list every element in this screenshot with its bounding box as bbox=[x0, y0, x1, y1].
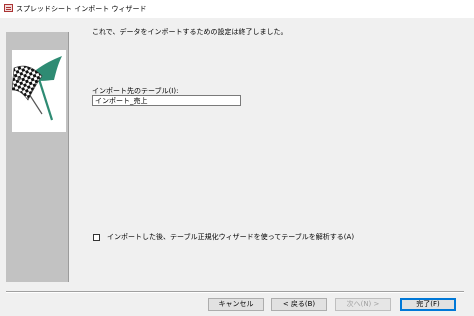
wizard-body: これで、データをインポートするための設定は終了しました。 インポート先のテーブル… bbox=[0, 18, 474, 316]
analyze-option[interactable]: インポートした後、テーブル正規化ウィザードを使ってテーブルを解析する(A) bbox=[93, 232, 354, 242]
checkered-flag-image bbox=[11, 50, 66, 132]
window-title: スプレッドシート インポート ウィザード bbox=[16, 5, 147, 13]
button-separator bbox=[6, 291, 464, 293]
cancel-button[interactable]: キャンセル bbox=[208, 298, 264, 311]
checkered-flag-icon bbox=[11, 56, 62, 121]
finish-button[interactable]: 完了(F) bbox=[400, 298, 456, 311]
next-button[interactable]: 次へ(N) > bbox=[335, 298, 391, 311]
analyze-checkbox[interactable] bbox=[93, 233, 100, 241]
import-table-input[interactable] bbox=[92, 95, 241, 106]
analyze-checkbox-label[interactable]: インポートした後、テーブル正規化ウィザードを使ってテーブルを解析する(A) bbox=[107, 232, 354, 242]
title-bar: スプレッドシート インポート ウィザード bbox=[0, 0, 474, 18]
intro-text: これで、データをインポートするための設定は終了しました。 bbox=[92, 28, 288, 36]
wizard-side-panel bbox=[6, 32, 69, 282]
access-table-icon bbox=[4, 4, 13, 12]
back-button[interactable]: < 戻る(B) bbox=[271, 298, 327, 311]
